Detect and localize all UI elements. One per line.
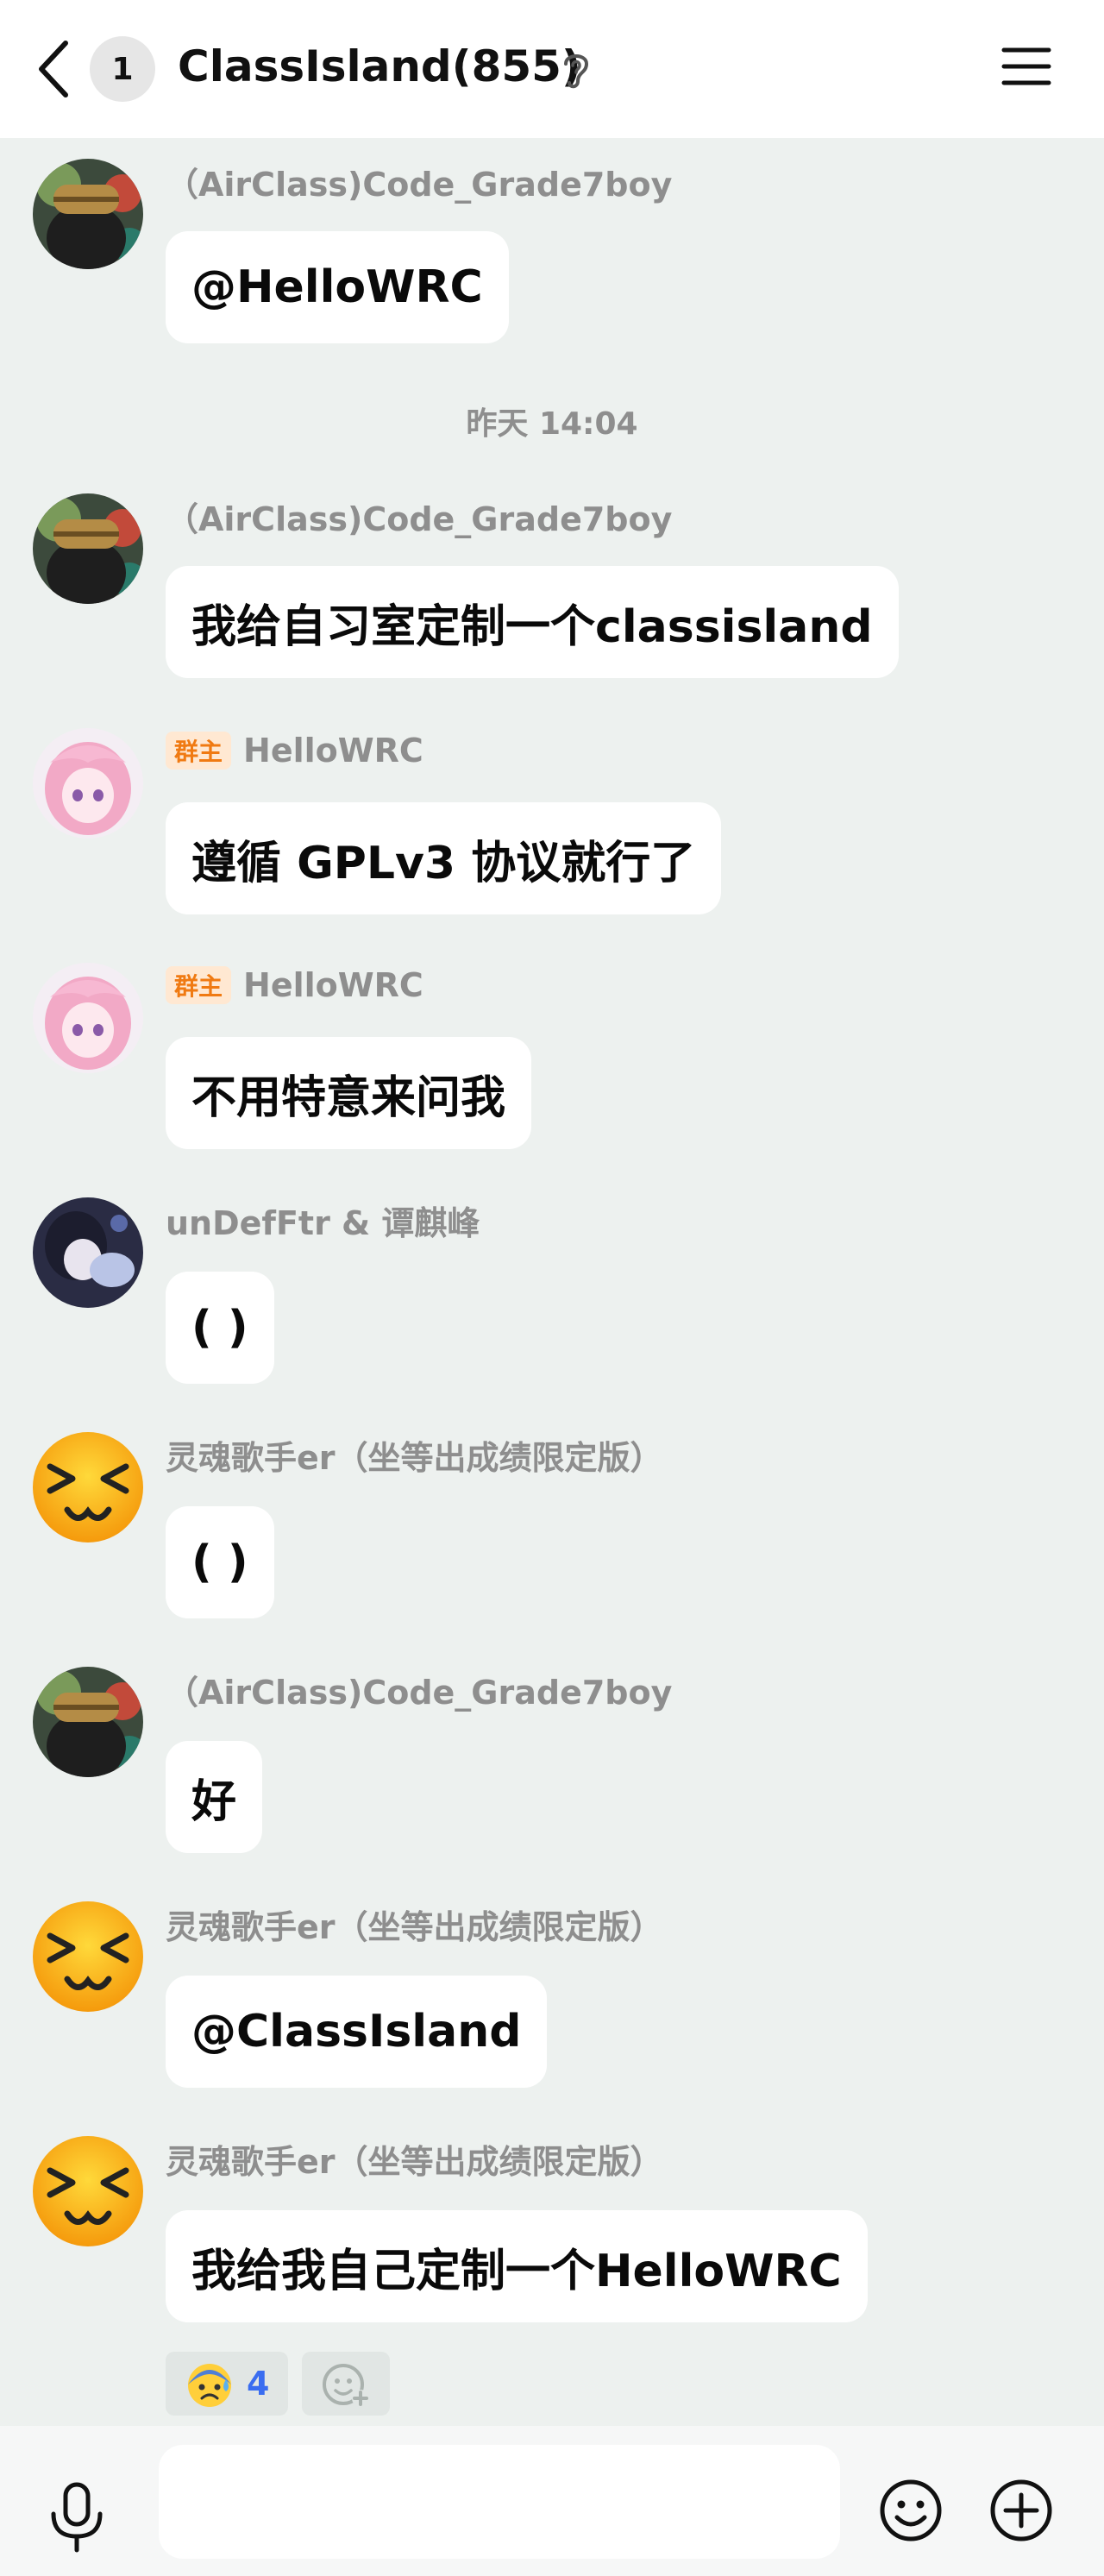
sender-row: （AirClass)Code_Grade7boy — [166, 497, 672, 538]
avatar-lhgs[interactable] — [33, 1901, 143, 2012]
sender-row: 群主 HelloWRC — [166, 732, 423, 770]
message-input[interactable] — [159, 2445, 840, 2559]
message-bubble[interactable]: @HelloWRC — [166, 231, 509, 343]
avatar-airclass-image — [33, 493, 143, 604]
sender-row: 灵魂歌手er（坐等出成绩限定版） — [166, 1436, 663, 1477]
add-reaction-icon — [323, 2364, 370, 2407]
message-bubble[interactable]: 遵循 GPLv3 协议就行了 — [166, 802, 722, 914]
timestamp-divider: 昨天 14:04 — [466, 406, 638, 442]
sender-name: （AirClass)Code_Grade7boy — [166, 499, 673, 538]
avatar-lhgs[interactable] — [33, 1432, 143, 1542]
sender-name: 灵魂歌手er（坐等出成绩限定版） — [166, 1438, 663, 1477]
avatar-lhgs-image — [33, 1432, 143, 1542]
avatar-airclass[interactable] — [33, 493, 143, 604]
sender-row: （AirClass)Code_Grade7boy — [166, 162, 672, 204]
message-bubble[interactable]: ( ) — [166, 1272, 274, 1384]
avatar-hellowrc-image — [33, 728, 143, 839]
menu-icon[interactable] — [1000, 45, 1052, 88]
avatar-airclass-image — [33, 159, 143, 269]
sender-name: HelloWRC — [243, 732, 423, 770]
avatar-hellowrc[interactable] — [33, 963, 143, 1073]
sender-name: 灵魂歌手er（坐等出成绩限定版） — [166, 1907, 663, 1946]
avatar-hellowrc-image — [33, 963, 143, 1073]
sender-row: 群主 HelloWRC — [166, 966, 423, 1004]
sender-row: （AirClass)Code_Grade7boy — [166, 1670, 672, 1712]
message-bubble[interactable]: 我给自习室定制一个classisland — [166, 566, 899, 678]
message-bubble[interactable]: ( ) — [166, 1506, 274, 1618]
message-bubble[interactable]: 好 — [166, 1741, 263, 1853]
group-owner-badge: 群主 — [166, 966, 232, 1004]
sender-name: HelloWRC — [243, 966, 423, 1004]
group-title[interactable]: ClassIsland(855) — [178, 41, 581, 91]
anxious-sweat-emoji-icon — [188, 2364, 231, 2407]
reaction-count: 4 — [247, 2365, 270, 2403]
reaction-bar: 4 — [166, 2352, 391, 2416]
message-bubble[interactable]: @ClassIsland — [166, 1976, 548, 2088]
plus-circle-icon[interactable] — [988, 2478, 1054, 2543]
sender-row: unDefFtr & 谭麒峰 — [166, 1201, 480, 1242]
avatar-undefftr[interactable] — [33, 1197, 143, 1308]
avatar-airclass[interactable] — [33, 1667, 143, 1777]
smiley-icon[interactable] — [878, 2478, 944, 2543]
avatar-airclass[interactable] — [33, 159, 143, 269]
message-bubble[interactable]: 不用特意来问我 — [166, 1037, 532, 1149]
avatar-lhgs[interactable] — [33, 2136, 143, 2246]
sender-name: （AirClass)Code_Grade7boy — [166, 1673, 673, 1712]
back-chevron-icon[interactable] — [34, 38, 76, 100]
sender-row: 灵魂歌手er（坐等出成绩限定版） — [166, 2139, 663, 2181]
avatar-airclass-image — [33, 1667, 143, 1777]
sender-name: （AirClass)Code_Grade7boy — [166, 165, 673, 204]
message-bubble[interactable]: 我给我自己定制一个HelloWRC — [166, 2210, 868, 2322]
ear-icon[interactable] — [559, 48, 593, 93]
avatar-hellowrc[interactable] — [33, 728, 143, 839]
unread-count-badge[interactable]: 1 — [90, 36, 155, 102]
avatar-undefftr-image — [33, 1197, 143, 1308]
chat-header: 1 ClassIsland(855) — [0, 0, 1104, 138]
microphone-icon[interactable] — [47, 2481, 107, 2554]
sender-name: unDefFtr & 谭麒峰 — [166, 1203, 480, 1242]
sender-row: 灵魂歌手er（坐等出成绩限定版） — [166, 1905, 663, 1946]
sender-name: 灵魂歌手er（坐等出成绩限定版） — [166, 2142, 663, 2181]
add-reaction-button[interactable] — [302, 2352, 391, 2416]
avatar-lhgs-image — [33, 1901, 143, 2012]
avatar-lhgs-image — [33, 2136, 143, 2246]
reaction-chip-anxious[interactable]: 4 — [166, 2352, 289, 2416]
group-owner-badge: 群主 — [166, 732, 232, 770]
